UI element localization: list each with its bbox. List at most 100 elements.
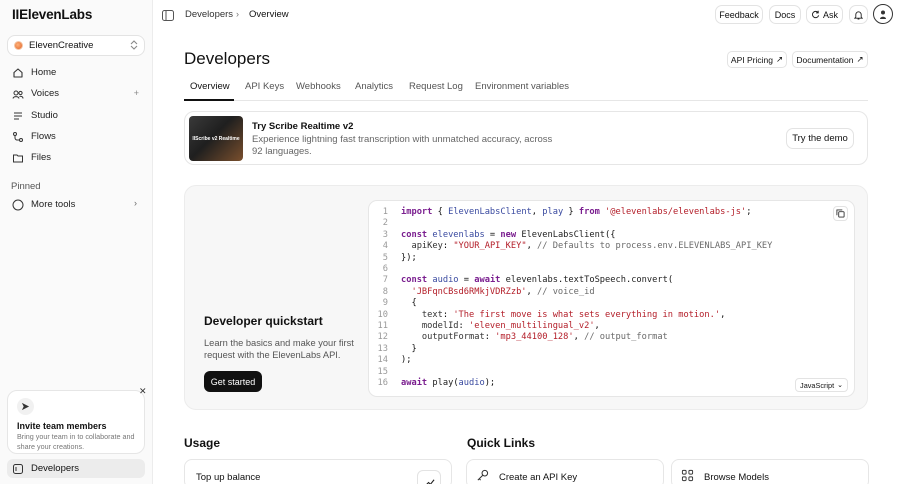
workspace-name: ElevenCreative (29, 40, 94, 51)
elevenlabs-logo[interactable]: IIElevenLabs (12, 7, 92, 22)
promo-description: Experience lightning fast transcription … (252, 134, 553, 157)
page-title: Developers (184, 49, 270, 68)
line-number: 10 (377, 309, 388, 320)
line-number: 4 (382, 241, 388, 252)
copy-icon[interactable] (833, 206, 848, 221)
ask-button[interactable]: Ask (806, 5, 843, 24)
code-lines: 1 import { ElevenLabsClient, play } from … (375, 207, 773, 390)
folder-icon (12, 152, 24, 164)
send-icon (17, 398, 34, 415)
developer-quickstart-card: Developer quickstart Learn the basics an… (184, 185, 868, 410)
line-number: 7 (382, 275, 388, 286)
close-icon[interactable]: ✕ (139, 386, 147, 397)
workspace-avatar-icon (14, 41, 23, 50)
chevron-down-icon: ⌄ (837, 382, 843, 389)
tab-overview[interactable]: Overview (190, 81, 230, 92)
bell-icon (854, 10, 863, 20)
tab-request-log[interactable]: Request Log (409, 81, 463, 92)
sidebar-item-label: Files (31, 152, 52, 163)
tab-bar: Overview API Keys Webhooks Analytics Req… (184, 76, 868, 101)
sidebar-item-label: Flows (31, 131, 56, 142)
chevron-right-icon: › (236, 9, 239, 19)
sidebar-item-home[interactable]: Home (7, 63, 145, 82)
studio-icon (12, 110, 24, 122)
sidebar-item-label: Developers (31, 463, 80, 474)
sidebar-item-developers[interactable]: Developers (7, 459, 145, 478)
documentation-button[interactable]: Documentation ↗ (792, 51, 868, 68)
line-number: 1 (382, 207, 388, 217)
flows-icon (12, 131, 24, 143)
user-avatar[interactable] (873, 4, 893, 24)
browse-models-card[interactable]: Browse Models (671, 459, 869, 484)
quick-links-heading: Quick Links (467, 436, 536, 450)
ask-label: Ask (822, 9, 838, 20)
grid-icon (681, 469, 695, 483)
invite-description: Bring your team in to collaborate and sh… (17, 432, 135, 451)
line-number: 3 (382, 229, 388, 240)
voices-icon (12, 88, 24, 100)
tab-analytics[interactable]: Analytics (355, 81, 393, 92)
docs-button[interactable]: Docs (769, 5, 801, 24)
tab-api-keys[interactable]: API Keys (245, 81, 284, 92)
line-number: 5 (382, 252, 388, 263)
scribe-promo-image: IIScribe v2 Realtime (189, 116, 243, 161)
browse-models-label: Browse Models (704, 472, 769, 483)
sidebar-item-flows[interactable]: Flows (7, 127, 145, 146)
line-number: 13 (377, 343, 388, 354)
developers-icon (12, 463, 24, 475)
line-number: 14 (377, 355, 388, 366)
line-number: 12 (377, 332, 388, 343)
external-link-icon: ↗ (856, 54, 864, 64)
external-link-icon: ↗ (775, 54, 784, 64)
line-number: 11 (377, 321, 388, 332)
more-circle-icon (12, 199, 24, 211)
language-label: JavaScript (800, 380, 835, 390)
line-number: 9 (382, 298, 388, 309)
promo-image-text: IIScribe v2 Realtime (192, 135, 240, 142)
invite-title: Invite team members (17, 421, 107, 431)
usage-heading: Usage (184, 436, 221, 450)
line-number: 2 (382, 218, 388, 229)
active-tab-indicator (184, 99, 234, 101)
breadcrumb-developers[interactable]: Developers (185, 9, 233, 20)
sidebar-item-more-tools[interactable]: More tools › (7, 195, 145, 214)
scribe-promo-card: IIScribe v2 Realtime Try Scribe Realtime… (184, 111, 868, 165)
api-pricing-label: API Pricing (730, 54, 773, 65)
top-up-balance-label: Top up balance (196, 472, 261, 483)
create-api-key-label: Create an API Key (499, 472, 578, 483)
language-select[interactable]: JavaScript ⌄ (795, 378, 848, 392)
home-icon (12, 67, 24, 79)
api-pricing-button[interactable]: API Pricing ↗ (727, 51, 787, 68)
get-started-button[interactable]: Get started (204, 371, 262, 392)
feedback-button[interactable]: Feedback (715, 5, 763, 24)
notifications-button[interactable] (849, 5, 868, 24)
sidebar-item-voices[interactable]: Voices + (7, 84, 145, 103)
line-number: 16 (377, 378, 388, 389)
invite-card[interactable]: Invite team members Bring your team in t… (7, 390, 145, 454)
code-snippet: 1 import { ElevenLabsClient, play } from … (368, 200, 855, 397)
line-number: 15 (377, 366, 388, 377)
breadcrumb-overview: Overview (249, 9, 289, 20)
tab-webhooks[interactable]: Webhooks (296, 81, 341, 92)
create-api-key-card[interactable]: Create an API Key (466, 459, 664, 484)
line-number: 6 (382, 264, 388, 275)
sidebar-item-label: Home (31, 67, 57, 78)
workspace-switcher[interactable]: ElevenCreative (7, 35, 145, 56)
sidebar-item-label: More tools (31, 199, 76, 210)
line-number: 8 (382, 286, 388, 297)
ask-refresh-icon (811, 10, 820, 19)
pinned-heading: Pinned (11, 181, 41, 192)
quickstart-title: Developer quickstart (204, 314, 323, 328)
sidebar-item-studio[interactable]: Studio (7, 106, 145, 125)
sidebar-item-label: Studio (31, 110, 58, 121)
documentation-label: Documentation (796, 54, 854, 65)
add-voice-button[interactable]: + (134, 88, 139, 98)
chevron-updown-icon (130, 39, 138, 52)
chevron-right-icon: › (134, 198, 137, 208)
top-up-balance-card[interactable]: Top up balance (184, 459, 452, 484)
try-demo-button[interactable]: Try the demo (786, 128, 854, 149)
tab-environment-variables[interactable]: Environment variables (475, 81, 569, 92)
sidebar-toggle-icon[interactable] (162, 9, 174, 24)
sidebar-item-files[interactable]: Files (7, 148, 145, 167)
promo-title: Try Scribe Realtime v2 (252, 121, 354, 132)
